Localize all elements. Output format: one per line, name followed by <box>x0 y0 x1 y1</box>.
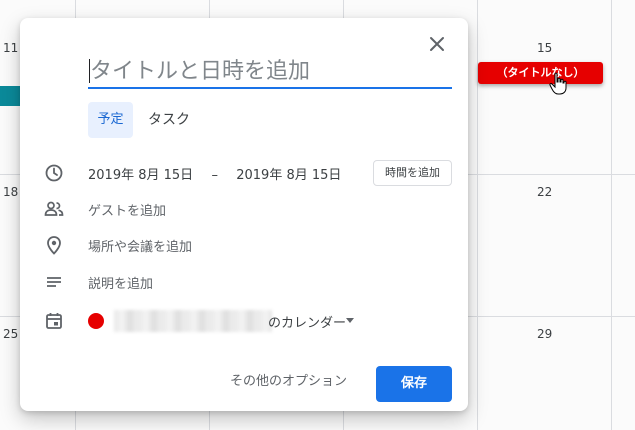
quick-create-dialog: 予定 タスク 2019年 8月 15日 – 2019年 8月 15日 時間を追加… <box>20 18 468 411</box>
title-input[interactable] <box>88 55 452 89</box>
hand-cursor-icon <box>549 72 567 95</box>
calendar-selector[interactable]: のカレンダー <box>268 312 346 331</box>
calendar-icon <box>46 313 62 329</box>
end-date[interactable]: 2019年 8月 15日 <box>236 168 341 183</box>
close-icon[interactable] <box>425 32 449 56</box>
add-location[interactable]: 場所や会議を追加 <box>88 236 192 255</box>
day-number[interactable]: 22 <box>537 185 552 199</box>
start-date[interactable]: 2019年 8月 15日 <box>88 168 193 183</box>
date-separator: – <box>211 168 218 183</box>
tab-task[interactable]: タスク <box>140 102 198 138</box>
redacted-owner-name <box>114 310 272 332</box>
people-icon <box>44 201 64 216</box>
chevron-down-icon[interactable] <box>346 318 354 323</box>
grid-line <box>611 0 612 430</box>
more-options-button[interactable]: その他のオプション <box>230 370 347 389</box>
add-time-button[interactable]: 時間を追加 <box>373 160 452 186</box>
location-pin-icon <box>47 236 61 255</box>
pending-event-chip[interactable]: （タイトルなし） <box>478 62 603 84</box>
day-number[interactable]: 11 <box>3 41 18 55</box>
calendar-color-dot <box>88 313 104 329</box>
date-range[interactable]: 2019年 8月 15日 – 2019年 8月 15日 <box>88 164 341 183</box>
text-caret <box>89 59 90 83</box>
day-number[interactable]: 18 <box>3 185 18 199</box>
add-guests[interactable]: ゲストを追加 <box>88 200 166 219</box>
clock-icon <box>45 164 63 182</box>
save-button[interactable]: 保存 <box>376 366 452 402</box>
add-description[interactable]: 説明を追加 <box>88 273 153 292</box>
calendar-event-chip[interactable] <box>0 86 20 106</box>
description-lines-icon <box>47 277 61 287</box>
tab-event[interactable]: 予定 <box>88 102 133 138</box>
day-number[interactable]: 29 <box>537 327 552 341</box>
day-number[interactable]: 15 <box>537 41 552 55</box>
day-number[interactable]: 25 <box>3 327 18 341</box>
